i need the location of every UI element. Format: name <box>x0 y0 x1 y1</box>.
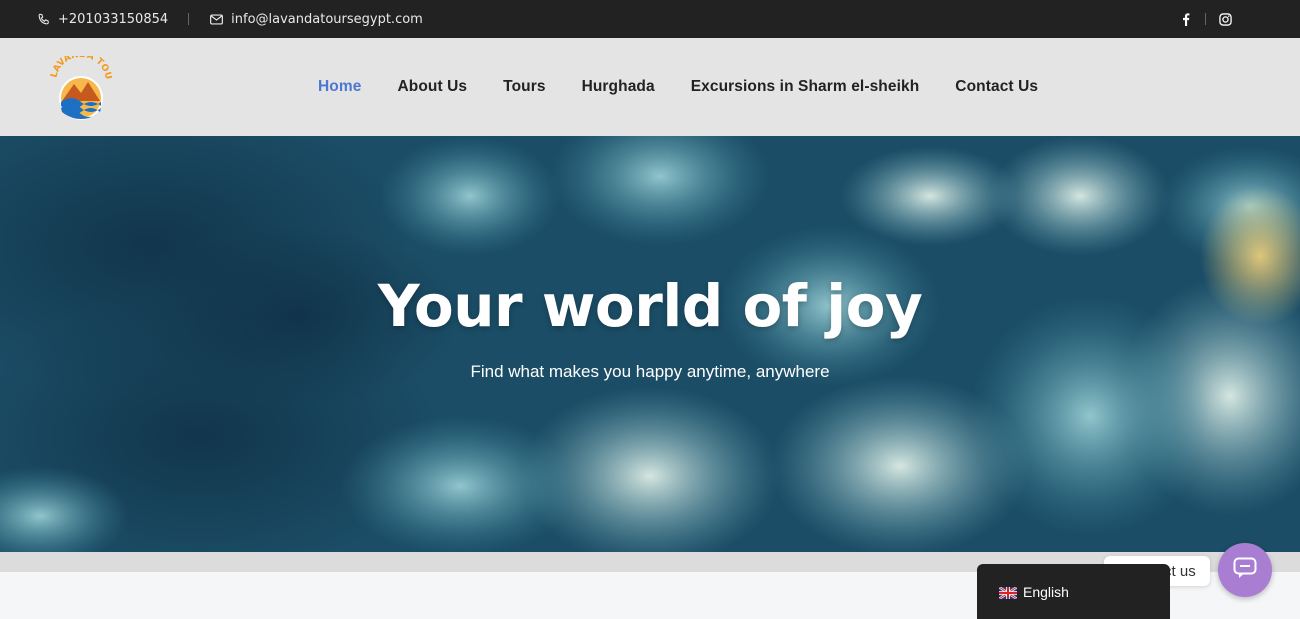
top-bar: +201033150854 info@lavandatoursegypt.com <box>0 0 1300 38</box>
divider <box>1205 13 1206 25</box>
main-nav: Home About Us Tours Hurghada Excursions … <box>300 38 1056 136</box>
hero-banner: Your world of joy Find what makes you ha… <box>0 136 1300 552</box>
uk-flag-icon <box>998 585 1018 600</box>
hero-subtitle: Find what makes you happy anytime, anywh… <box>470 362 830 381</box>
nav-excursions-sharm[interactable]: Excursions in Sharm el-sheikh <box>691 78 920 96</box>
instagram-icon[interactable] <box>1218 12 1232 26</box>
phone-number: +201033150854 <box>58 11 169 27</box>
language-switcher[interactable]: English <box>977 564 1170 619</box>
hero-background-image <box>0 136 1300 552</box>
facebook-icon[interactable] <box>1179 12 1193 26</box>
nav-hurghada[interactable]: Hurghada <box>582 78 655 96</box>
chat-button[interactable] <box>1218 543 1272 597</box>
logo[interactable]: LAVANDA TOURS <box>47 49 113 122</box>
divider <box>188 13 190 25</box>
top-contact: +201033150854 info@lavandatoursegypt.com <box>36 0 423 38</box>
email-link[interactable]: info@lavandatoursegypt.com <box>209 12 423 27</box>
nav-home[interactable]: Home <box>318 78 361 96</box>
site-header: LAVANDA TOURS Home About Us Tours Hurgha… <box>0 38 1300 136</box>
nav-about-us[interactable]: About Us <box>397 78 467 96</box>
social-links <box>1179 0 1232 38</box>
hero-title: Your world of joy <box>377 272 923 340</box>
chat-bubble-icon <box>1233 557 1257 583</box>
phone-link[interactable]: +201033150854 <box>36 12 168 27</box>
phone-icon <box>36 12 50 26</box>
email-address: info@lavandatoursegypt.com <box>231 11 423 27</box>
nav-tours[interactable]: Tours <box>503 78 545 96</box>
mail-icon <box>209 12 223 26</box>
language-label: English <box>1023 583 1069 600</box>
nav-contact-us[interactable]: Contact Us <box>955 78 1038 96</box>
